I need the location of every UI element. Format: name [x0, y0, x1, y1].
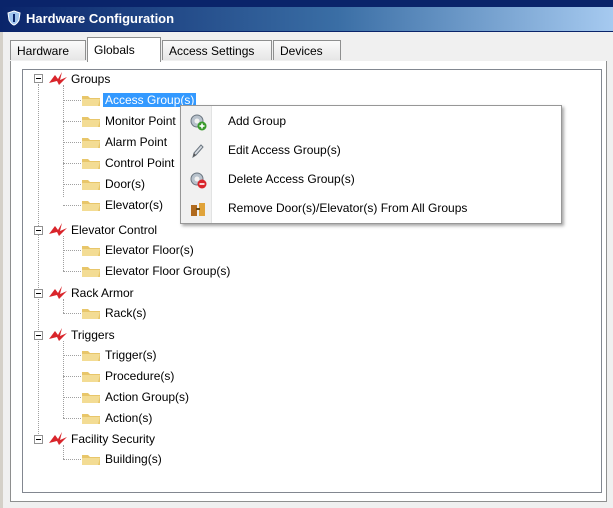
elevator-floor-groups-label: Elevator Floor Group(s) — [105, 264, 231, 278]
tree-root-line-2 — [38, 232, 39, 294]
groups-node-icon — [49, 72, 67, 85]
connector — [63, 184, 81, 185]
elevator-control-node-icon — [49, 223, 67, 236]
connector — [63, 250, 81, 251]
triggers-node-icon — [49, 328, 67, 341]
facility-security-label: Facility Security — [71, 432, 156, 446]
folder-icon — [82, 351, 100, 361]
delete-access-groups-label: Delete Access Group(s) — [228, 172, 355, 186]
elevator-floors-label: Elevator Floor(s) — [105, 243, 194, 257]
folder-icon — [82, 117, 100, 127]
triggers-collapse-toggle[interactable] — [34, 331, 43, 340]
facility-security-node-icon — [49, 432, 67, 445]
menu-item-edit-access-groups[interactable]: Edit Access Group(s) — [183, 136, 559, 164]
racks-label: Rack(s) — [105, 306, 147, 320]
tree-root-line — [38, 84, 39, 232]
facility-security-children-line — [63, 445, 64, 459]
remove-doors-elevators-label: Remove Door(s)/Elevator(s) From All Grou… — [228, 201, 468, 215]
folder-icon — [82, 180, 100, 190]
groups-label: Groups — [71, 72, 111, 86]
rack-armor-node-icon — [49, 286, 67, 299]
elevator-control-collapse-toggle[interactable] — [34, 226, 43, 235]
folder-icon — [82, 393, 100, 403]
rack-armor-label: Rack Armor — [71, 286, 134, 300]
connector — [63, 313, 81, 314]
window-title: Hardware Configuration — [26, 11, 175, 26]
tab-globals-label: Globals — [94, 43, 135, 57]
rack-armor-children-line — [63, 299, 64, 313]
folder-icon — [82, 201, 100, 211]
folder-icon — [82, 159, 100, 169]
folder-icon — [82, 246, 100, 256]
connector — [63, 121, 81, 122]
edit-icon — [192, 144, 204, 159]
connector — [63, 355, 81, 356]
connector — [63, 163, 81, 164]
rack-armor-collapse-toggle[interactable] — [34, 289, 43, 298]
menu-item-add-group[interactable]: Add Group — [183, 107, 559, 135]
tab-devices-label: Devices — [280, 44, 323, 58]
connector — [63, 205, 81, 206]
connector — [63, 142, 81, 143]
monitor-point-label: Monitor Point — [105, 114, 176, 128]
triggers-children-line — [63, 341, 64, 418]
connector — [63, 397, 81, 398]
folder-icon — [82, 96, 100, 106]
context-menu: Add Group Edit Access Group(s) Delete Ac… — [180, 105, 562, 224]
elevator-control-children-line — [63, 236, 64, 271]
doors-label: Door(s) — [105, 177, 146, 191]
triggers-label: Triggers — [71, 328, 115, 342]
elevators-label: Elevator(s) — [105, 198, 164, 212]
folder-icon — [82, 455, 100, 465]
window-titlebar: Hardware Configuration — [0, 0, 613, 32]
facility-security-collapse-toggle[interactable] — [34, 435, 43, 444]
trigger-label: Trigger(s) — [105, 348, 157, 362]
control-point-label: Control Point — [105, 156, 175, 170]
action-groups-label: Action Group(s) — [105, 390, 190, 404]
gear-add-icon — [190, 114, 207, 131]
tree-root-line-3 — [38, 294, 39, 336]
connector — [63, 271, 81, 272]
groups-collapse-toggle[interactable] — [34, 74, 43, 83]
menu-item-delete-access-groups[interactable]: Delete Access Group(s) — [183, 165, 559, 193]
edit-access-groups-label: Edit Access Group(s) — [228, 143, 341, 157]
connector — [63, 376, 81, 377]
folder-icon — [82, 138, 100, 148]
window-left-border — [0, 32, 3, 508]
tab-access-settings-label: Access Settings — [169, 44, 255, 58]
tab-globals[interactable]: Globals — [87, 37, 161, 62]
folder-icon — [82, 372, 100, 382]
tab-strip: Hardware Globals Access Settings Devices — [10, 37, 610, 62]
groups-children-line — [63, 85, 64, 197]
tab-hardware[interactable]: Hardware — [10, 40, 86, 60]
folder-icon — [82, 267, 100, 277]
buildings-label: Building(s) — [105, 452, 162, 466]
connector — [63, 418, 81, 419]
tab-hardware-label: Hardware — [17, 44, 70, 58]
procedures-label: Procedure(s) — [105, 369, 175, 383]
tree-root-line-4 — [38, 336, 39, 440]
app-shield-icon — [7, 10, 21, 26]
actions-label: Action(s) — [105, 411, 153, 425]
connector — [63, 100, 81, 101]
tab-devices[interactable]: Devices — [273, 40, 341, 60]
connector — [63, 459, 81, 460]
folder-icon — [82, 414, 100, 424]
menu-item-remove-doors-elevators[interactable]: Remove Door(s)/Elevator(s) From All Grou… — [183, 194, 559, 222]
tab-access-settings[interactable]: Access Settings — [162, 40, 272, 60]
gear-delete-icon — [190, 172, 207, 189]
alarm-point-label: Alarm Point — [105, 135, 168, 149]
folder-icon — [82, 309, 100, 319]
remove-icon — [191, 203, 205, 216]
add-group-label: Add Group — [228, 114, 287, 128]
elevator-control-label: Elevator Control — [71, 223, 158, 237]
